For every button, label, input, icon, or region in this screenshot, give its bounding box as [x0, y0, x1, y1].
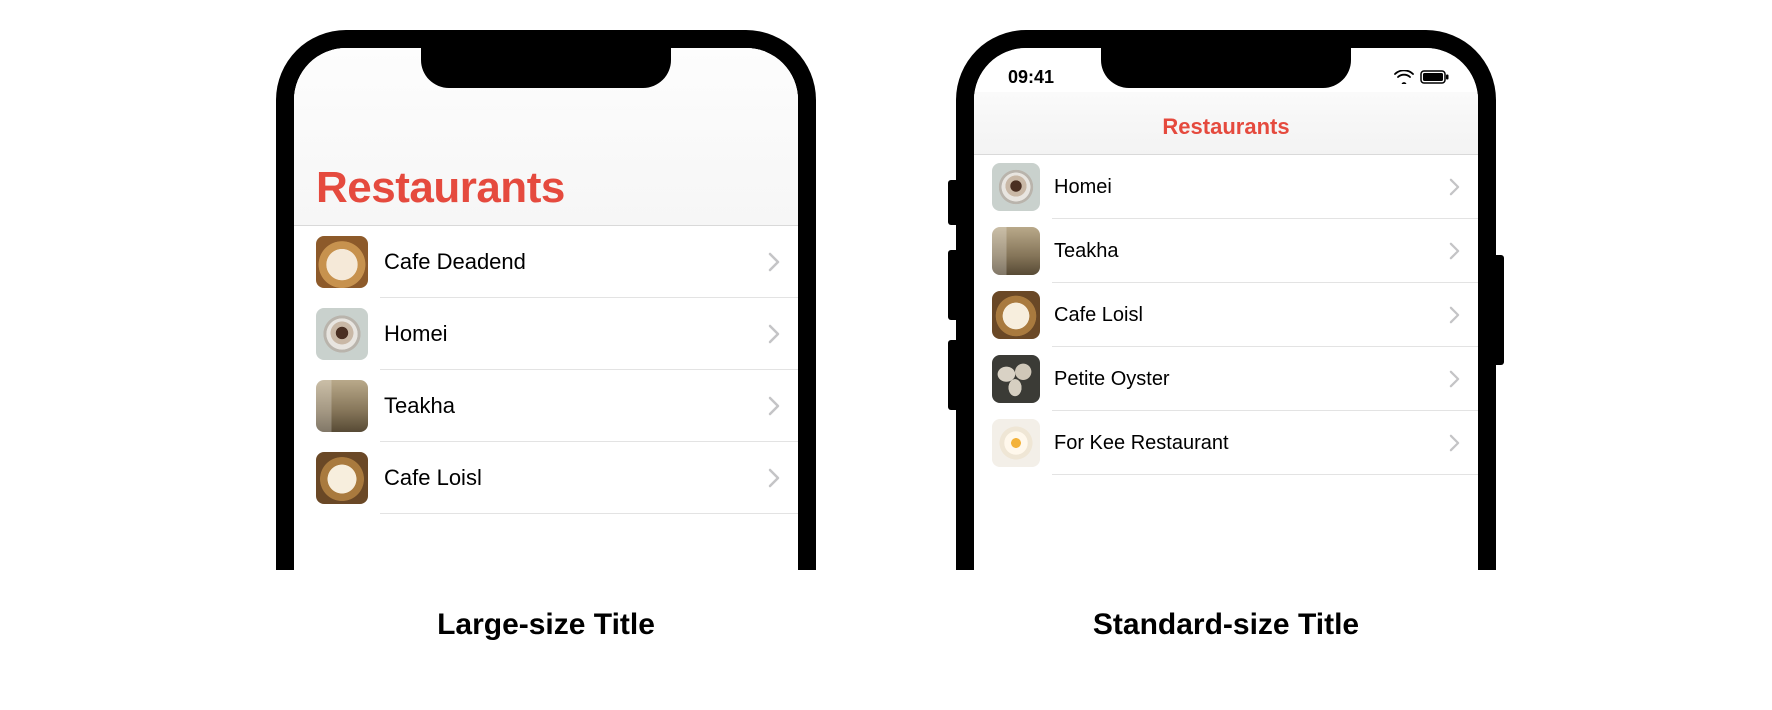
chevron-right-icon	[1449, 242, 1460, 260]
device-side-button	[1496, 255, 1504, 365]
navigation-bar: Restaurants	[974, 92, 1478, 155]
device-side-button	[948, 340, 956, 410]
device-frame: 09:41 Restaurants Homei	[956, 30, 1496, 570]
device-wrapper: 09:41 Restaurants Homei	[956, 30, 1496, 570]
restaurant-thumbnail	[992, 291, 1040, 339]
restaurant-name: Teakha	[1054, 240, 1449, 263]
device-notch	[421, 46, 671, 88]
restaurant-thumbnail	[316, 380, 368, 432]
device-frame: Restaurants Cafe Deadend Homei Teakha	[276, 30, 816, 570]
restaurant-thumbnail	[316, 236, 368, 288]
restaurant-name: Cafe Loisl	[384, 465, 768, 491]
list-item[interactable]: For Kee Restaurant	[974, 411, 1478, 475]
list-item[interactable]: Cafe Loisl	[974, 283, 1478, 347]
restaurant-thumbnail	[992, 227, 1040, 275]
list-item[interactable]: Cafe Loisl	[294, 442, 798, 514]
device-side-button	[948, 180, 956, 225]
chevron-right-icon	[1449, 434, 1460, 452]
page-title: Restaurants	[1162, 114, 1289, 139]
restaurant-name: Homei	[1054, 176, 1449, 199]
chevron-right-icon	[768, 468, 780, 488]
device-notch	[1101, 46, 1351, 88]
restaurant-name: Cafe Loisl	[1054, 304, 1449, 327]
page-title: Restaurants	[316, 163, 776, 213]
chevron-right-icon	[768, 252, 780, 272]
chevron-right-icon	[768, 324, 780, 344]
wifi-icon	[1394, 70, 1414, 84]
phone-large-title: Restaurants Cafe Deadend Homei Teakha	[276, 30, 816, 642]
restaurants-list[interactable]: Homei Teakha Cafe Loisl	[974, 155, 1478, 475]
chevron-right-icon	[1449, 370, 1460, 388]
list-item[interactable]: Cafe Deadend	[294, 226, 798, 298]
figure-caption: Standard-size Title	[1093, 608, 1359, 642]
chevron-right-icon	[768, 396, 780, 416]
screen: Restaurants Cafe Deadend Homei Teakha	[294, 48, 798, 570]
restaurant-name: Cafe Deadend	[384, 249, 768, 275]
list-item[interactable]: Petite Oyster	[974, 347, 1478, 411]
restaurant-name: For Kee Restaurant	[1054, 432, 1449, 455]
chevron-right-icon	[1449, 178, 1460, 196]
list-item[interactable]: Homei	[294, 298, 798, 370]
restaurant-thumbnail	[992, 419, 1040, 467]
restaurant-name: Petite Oyster	[1054, 368, 1449, 391]
restaurant-thumbnail	[316, 452, 368, 504]
list-item[interactable]: Teakha	[294, 370, 798, 442]
list-item[interactable]: Teakha	[974, 219, 1478, 283]
figure-caption: Large-size Title	[437, 608, 655, 642]
restaurants-list[interactable]: Cafe Deadend Homei Teakha Cafe Loisl	[294, 226, 798, 514]
screen: 09:41 Restaurants Homei	[974, 48, 1478, 570]
battery-icon	[1420, 70, 1450, 84]
list-item[interactable]: Homei	[974, 155, 1478, 219]
status-icons	[1394, 70, 1450, 84]
restaurant-thumbnail	[992, 163, 1040, 211]
restaurant-thumbnail	[992, 355, 1040, 403]
restaurant-name: Homei	[384, 321, 768, 347]
restaurant-thumbnail	[316, 308, 368, 360]
restaurant-name: Teakha	[384, 393, 768, 419]
status-time: 09:41	[1008, 67, 1054, 88]
phone-standard-title: 09:41 Restaurants Homei	[956, 30, 1496, 642]
chevron-right-icon	[1449, 306, 1460, 324]
